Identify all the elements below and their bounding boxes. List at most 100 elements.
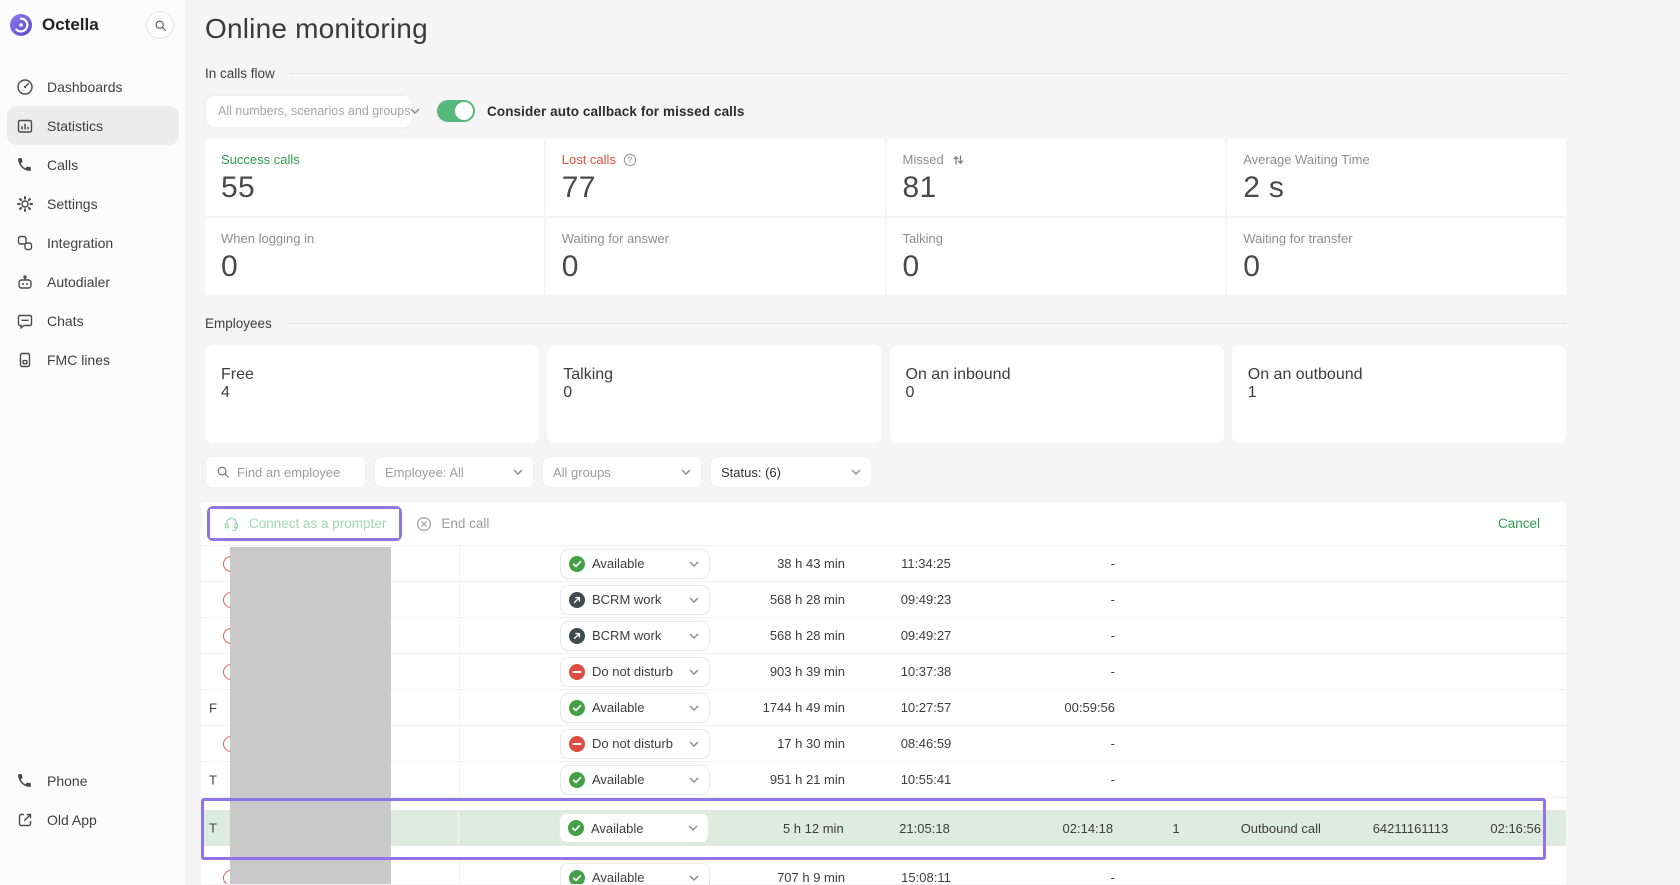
sidebar-search-button[interactable] (146, 11, 174, 39)
current-call-time: 02:14:18 (1005, 821, 1121, 836)
sidebar-item-dashboards[interactable]: Dashboards (7, 67, 179, 106)
stat-value: 0 (563, 384, 865, 402)
sidebar-item-label: Old App (47, 812, 97, 828)
stat-value: 55 (221, 171, 528, 205)
status-duration: 1744 h 49 min (710, 700, 845, 715)
status-select[interactable]: Do not disturb (560, 729, 710, 759)
status-label: Do not disturb (592, 736, 689, 751)
sidebar-item-calls[interactable]: Calls (7, 145, 179, 184)
search-placeholder: Find an employee (237, 465, 340, 480)
status-bcrm-icon (569, 592, 585, 608)
stat-card-missed: Missed 81 (887, 139, 1226, 216)
table-action-bar: Connect as a prompter End call Cancel (201, 502, 1566, 546)
stat-label: Success calls (221, 152, 528, 167)
end-call-button[interactable]: End call (416, 516, 489, 532)
stat-card-lost-calls: Lost calls ? 77 (546, 139, 885, 216)
employees-table: Connect as a prompter End call Cancel Av… (201, 502, 1566, 884)
sidebar-item-label: Chats (47, 313, 84, 329)
status-duration: 17 h 30 min (710, 736, 845, 751)
groups-filter-select[interactable]: All groups (542, 456, 702, 488)
login-time: 08:46:59 (845, 736, 1007, 751)
call-duration: 02:16:56 (1490, 821, 1566, 836)
login-time: 09:49:23 (845, 592, 1007, 607)
sidebar-item-settings[interactable]: Settings (7, 184, 179, 223)
swap-arrows-icon[interactable] (951, 153, 965, 167)
employee-row[interactable]: BCRM work568 h 28 min09:49:23- (201, 582, 1566, 618)
status-cell: Available (460, 765, 710, 795)
octella-logo-icon (9, 13, 33, 37)
employee-row[interactable]: TAvailable951 h 21 min10:55:41- (201, 762, 1566, 798)
in-calls-flow-section-header: In calls flow (205, 66, 1566, 81)
current-call-time: - (1007, 628, 1123, 643)
stat-value: 0 (562, 250, 869, 284)
login-time: 11:34:25 (845, 556, 1007, 571)
chevron-down-icon (689, 741, 699, 747)
stat-card-success-calls: Success calls 55 (205, 139, 544, 216)
employees-stats-grid: Free 4 Talking 0 On an inbound 0 On an o… (205, 345, 1566, 443)
status-bcrm-icon (569, 628, 585, 644)
sidebar-item-fmc-lines[interactable]: FMC lines (7, 340, 179, 379)
employee-row[interactable]: Available707 h 9 min15:08:11- (201, 860, 1566, 884)
chevron-down-icon (681, 469, 691, 475)
robot-icon (16, 273, 34, 291)
stat-value: 1 (1248, 384, 1550, 402)
status-select[interactable]: Available (559, 813, 709, 843)
scope-filter-select[interactable]: All numbers, scenarios and groups (205, 95, 413, 128)
status-cell: Available (460, 549, 710, 579)
sidebar-item-label: FMC lines (47, 352, 110, 368)
status-select[interactable]: Do not disturb (560, 657, 710, 687)
status-select[interactable]: Available (560, 549, 710, 579)
status-dnd-icon (569, 664, 585, 680)
sidebar-item-statistics[interactable]: Statistics (7, 106, 179, 145)
stat-label: When logging in (221, 231, 528, 246)
cancel-button[interactable]: Cancel (1498, 516, 1540, 531)
login-time: 21:05:18 (844, 821, 1006, 836)
status-label: Available (592, 772, 689, 787)
status-select[interactable]: Available (560, 863, 710, 885)
status-select[interactable]: BCRM work (560, 621, 710, 651)
employee-search-input[interactable]: Find an employee (205, 456, 366, 488)
fmc-lines-icon (16, 351, 34, 369)
status-duration: 707 h 9 min (710, 870, 845, 884)
status-duration: 5 h 12 min (709, 821, 844, 836)
employee-row-selected[interactable]: TAvailable5 h 12 min21:05:1802:14:181Out… (201, 810, 1566, 846)
employee-filter-select[interactable]: Employee: All (374, 456, 534, 488)
sidebar-item-phone[interactable]: Phone (7, 761, 179, 800)
status-duration: 951 h 21 min (710, 772, 845, 787)
employee-row[interactable]: BCRM work568 h 28 min09:49:27- (201, 618, 1566, 654)
stat-value: 2 s (1243, 171, 1550, 205)
stat-card-waiting-for-transfer: Waiting for transfer 0 (1227, 218, 1566, 295)
sidebar-item-integration[interactable]: Integration (7, 223, 179, 262)
status-filter-select[interactable]: Status: (6) (710, 456, 872, 488)
status-select[interactable]: Available (560, 693, 710, 723)
current-call-time: - (1007, 736, 1123, 751)
sidebar-item-chats[interactable]: Chats (7, 301, 179, 340)
employee-row[interactable]: Do not disturb 17 h 30 min08:46:59- (201, 726, 1566, 762)
current-call-time: - (1007, 772, 1123, 787)
selected-row-zone: TAvailable5 h 12 min21:05:1802:14:181Out… (201, 798, 1566, 860)
help-icon[interactable]: ? (623, 153, 637, 167)
stat-label: Talking (903, 231, 1210, 246)
status-label: BCRM work (592, 592, 689, 607)
chevron-down-icon (689, 561, 699, 567)
section-divider (286, 323, 1566, 324)
connect-as-prompter-button[interactable]: Connect as a prompter (210, 509, 399, 538)
auto-callback-toggle[interactable] (437, 100, 475, 122)
current-call-time: - (1007, 870, 1123, 884)
chat-bubble-icon (16, 312, 34, 330)
status-select[interactable]: Available (560, 765, 710, 795)
chevron-down-icon (689, 875, 699, 881)
sidebar-item-autodialer[interactable]: Autodialer (7, 262, 179, 301)
stat-label: Free (221, 366, 523, 384)
employee-name-initial: T (209, 772, 217, 787)
employee-row[interactable]: Available38 h 43 min11:34:25- (201, 546, 1566, 582)
employee-row[interactable]: FAvailable1744 h 49 min10:27:5700:59:56 (201, 690, 1566, 726)
status-select[interactable]: BCRM work (560, 585, 710, 615)
status-available-icon (569, 700, 585, 716)
employee-row[interactable]: Do not disturb903 h 39 min10:37:38- (201, 654, 1566, 690)
stat-value: 0 (1243, 250, 1550, 284)
status-cell: BCRM work (460, 621, 710, 651)
sidebar-item-old-app[interactable]: Old App (7, 800, 179, 839)
stat-label: Talking (563, 366, 865, 384)
main-content: Online monitoring In calls flow All numb… (187, 0, 1680, 885)
